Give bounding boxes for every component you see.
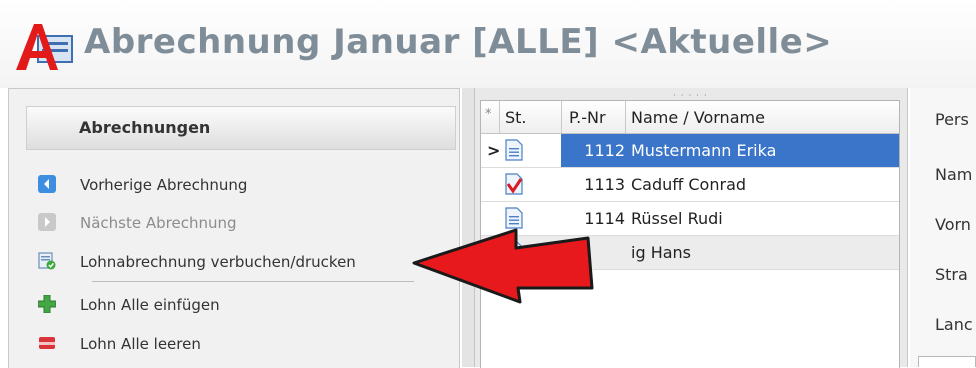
red-pointer-arrow-icon bbox=[412, 228, 594, 304]
form-label-name: Nam bbox=[935, 165, 973, 184]
menu-separator bbox=[92, 281, 414, 282]
employee-name: ig Hans bbox=[631, 243, 691, 262]
grid-header: * St. P.-Nr Name / Vorname bbox=[481, 101, 899, 134]
employee-name: Mustermann Erika bbox=[631, 141, 777, 160]
personnel-number: 1112 bbox=[584, 141, 625, 160]
column-name-header[interactable]: Name / Vorname bbox=[631, 108, 765, 127]
form-label-first-name: Vorn bbox=[935, 215, 971, 234]
arrow-left-icon bbox=[38, 175, 56, 193]
personnel-number: 1113 bbox=[584, 175, 625, 194]
clear-all-wages-label: Lohn Alle leeren bbox=[80, 335, 201, 353]
eraser-icon bbox=[39, 337, 55, 349]
column-status-header[interactable]: St. bbox=[505, 108, 527, 127]
window-title: Abrechnung Januar [ALLE] <Aktuelle> bbox=[84, 22, 833, 62]
insert-all-wages-label: Lohn Alle einfügen bbox=[80, 296, 220, 314]
arrow-right-icon bbox=[38, 213, 56, 231]
current-row-marker: > bbox=[487, 141, 501, 160]
book-print-icon bbox=[38, 252, 56, 270]
form-label-country: Lanc bbox=[935, 315, 973, 334]
previous-billing-button[interactable]: Vorherige Abrechnung bbox=[38, 171, 418, 199]
form-label-street: Stra bbox=[935, 265, 968, 284]
previous-billing-label: Vorherige Abrechnung bbox=[80, 176, 248, 194]
employee-name: Caduff Conrad bbox=[631, 175, 747, 194]
clear-all-wages-button[interactable]: Lohn Alle leeren bbox=[38, 330, 418, 358]
document-icon bbox=[505, 139, 523, 161]
insert-all-wages-button[interactable]: Lohn Alle einfügen bbox=[38, 291, 418, 319]
form-label-personnel: Pers bbox=[935, 110, 969, 129]
column-divider bbox=[625, 101, 626, 133]
table-row[interactable]: 1113 Caduff Conrad bbox=[481, 168, 899, 202]
next-billing-label: Nächste Abrechnung bbox=[80, 214, 237, 232]
column-divider bbox=[561, 101, 562, 133]
employee-name: Rüssel Rudi bbox=[631, 209, 723, 228]
table-row[interactable]: > 1112 Mustermann Erika bbox=[481, 134, 899, 168]
book-print-payroll-button[interactable]: Lohnabrechnung verbuchen/drucken bbox=[38, 248, 418, 276]
app-logo-icon bbox=[16, 24, 73, 70]
document-checked-icon bbox=[505, 173, 523, 195]
navigation-panel-header[interactable]: Abrechnungen bbox=[26, 106, 456, 150]
form-field[interactable] bbox=[918, 356, 976, 367]
column-divider bbox=[499, 101, 500, 133]
next-billing-button[interactable]: Nächste Abrechnung bbox=[38, 209, 418, 237]
book-print-payroll-label: Lohnabrechnung verbuchen/drucken bbox=[80, 253, 356, 271]
column-filter-header[interactable]: * bbox=[485, 107, 492, 122]
plus-icon bbox=[38, 295, 56, 313]
title-bar: Abrechnung Januar [ALLE] <Aktuelle> bbox=[0, 0, 976, 88]
navigation-panel-title: Abrechnungen bbox=[79, 118, 211, 137]
column-number-header[interactable]: P.-Nr bbox=[569, 108, 606, 127]
